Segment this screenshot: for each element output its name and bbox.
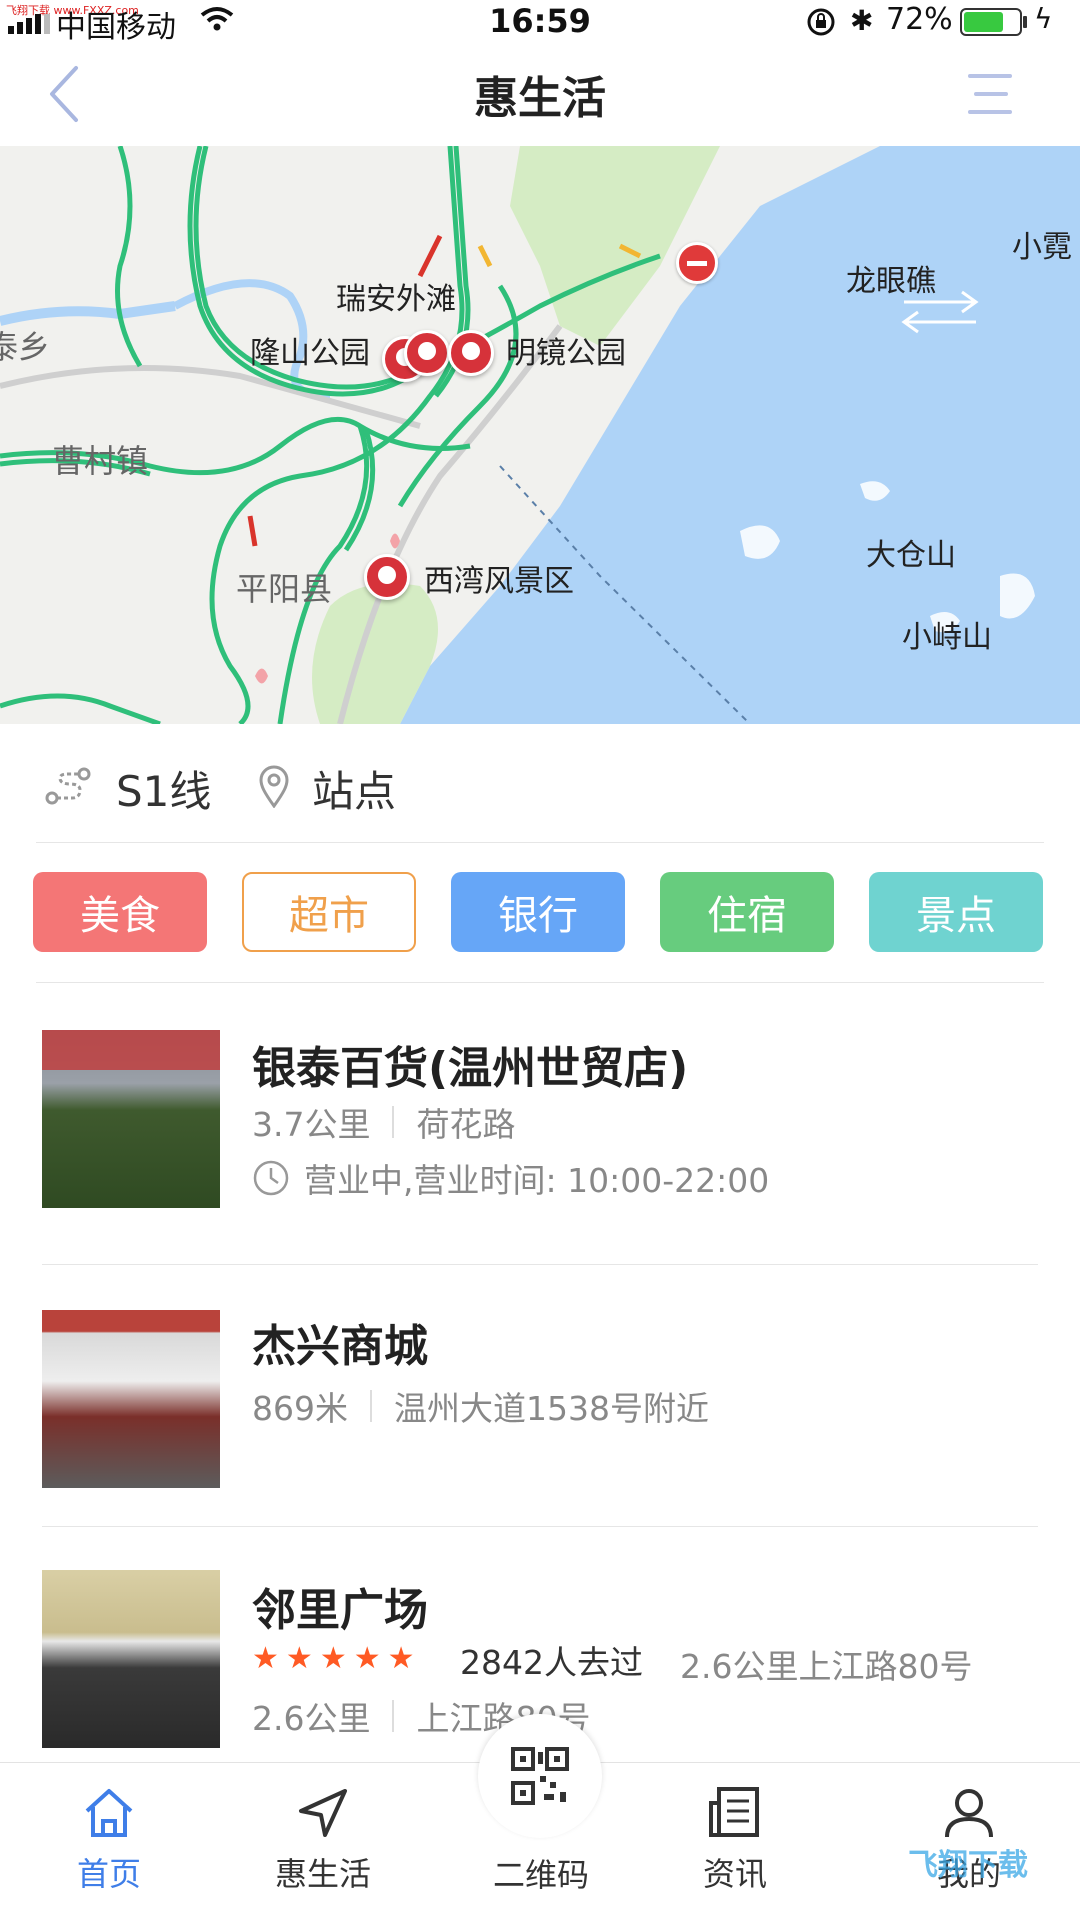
place-name: 银泰百货(温州世贸店): [252, 1043, 689, 1094]
star-icon: ★: [252, 1641, 279, 1676]
category-food-button[interactable]: 美食: [33, 872, 207, 952]
place-list-item[interactable]: 银泰百货(温州世贸店) 3.7公里 荷花路 营业中,营业时间: 10:00-22…: [0, 1000, 1080, 1260]
map-label: 龙眼礁: [846, 264, 936, 299]
location-pin-icon: [259, 765, 289, 808]
category-chips: 美食 超市 银行 住宿 景点: [33, 872, 1043, 952]
category-supermarket-button[interactable]: 超市: [242, 872, 416, 952]
charging-icon: ϟ: [1034, 2, 1053, 35]
place-distance: 2.6公里: [252, 1699, 371, 1738]
line-selector[interactable]: S1线: [116, 758, 211, 819]
place-address: 荷花路: [416, 1105, 516, 1144]
place-photo: [42, 1310, 220, 1488]
category-hotel-button[interactable]: 住宿: [660, 872, 834, 952]
place-distance: 2.6公里: [680, 1647, 799, 1686]
battery-percent: 72%: [886, 2, 953, 37]
map-label: 泰乡: [0, 328, 51, 366]
place-hours-text: 营业中,营业时间: 10:00-22:00: [304, 1161, 770, 1200]
category-scenic-button[interactable]: 景点: [869, 872, 1043, 952]
rating-stars: ★ ★ ★ ★ ★: [252, 1644, 415, 1674]
place-distance: 3.7公里: [252, 1105, 371, 1144]
qrcode-button[interactable]: [478, 1714, 602, 1838]
home-icon: [85, 1789, 133, 1837]
category-bank-button[interactable]: 银行: [451, 872, 625, 952]
tab-qrcode-label: 二维码: [492, 1856, 589, 1894]
navigation-arrow-icon: [299, 1789, 347, 1837]
map-label: 瑞安外滩: [336, 282, 456, 317]
place-meta: 869米 温州大道1538号附近: [252, 1382, 709, 1430]
star-icon: ★: [353, 1641, 381, 1676]
tab-life-label: 惠生活: [274, 1855, 371, 1893]
divider: [42, 1526, 1038, 1527]
place-distance: 869米: [252, 1389, 348, 1428]
nav-bar: 惠生活: [0, 44, 1080, 144]
poi-marker[interactable]: [364, 554, 410, 600]
place-list-item[interactable]: 杰兴商城 869米 温州大道1538号附近: [0, 1280, 1080, 1520]
place-hours: 营业中,营业时间: 10:00-22:00: [252, 1154, 769, 1202]
meta-separator: [392, 1700, 395, 1732]
route-line-icon: [45, 767, 91, 805]
divider: [36, 842, 1044, 843]
visit-count: 2842人去过: [460, 1643, 643, 1682]
qrcode-icon: [511, 1747, 569, 1805]
user-icon: [945, 1789, 993, 1838]
map-label: 曹村镇: [52, 442, 149, 480]
poi-marker[interactable]: [448, 330, 494, 376]
star-icon: ★: [285, 1641, 313, 1676]
station-selector[interactable]: 站点: [312, 758, 396, 819]
map-label: 小峙山: [902, 620, 992, 655]
no-entry-marker[interactable]: [676, 242, 718, 284]
battery-icon: [960, 8, 1022, 36]
place-name: 邻里广场: [252, 1585, 428, 1636]
tab-life[interactable]: 惠生活: [248, 1783, 398, 1895]
watermark-logo: 飞翔下载: [908, 1848, 1028, 1883]
status-bar: 飞翔下载 www.FXXZ.com 中国移动 16:59 ✱ 72% ϟ: [0, 0, 1080, 45]
divider: [42, 1264, 1038, 1265]
place-meta: 3.7公里 荷花路: [252, 1098, 515, 1146]
place-meta-overlap: 2.6公里 上江路80号: [680, 1640, 972, 1688]
map-label: 隆山公园: [250, 336, 370, 371]
tab-home[interactable]: 首页: [34, 1783, 184, 1895]
divider: [36, 982, 1044, 983]
map-label: 西湾风景区: [424, 564, 574, 599]
newspaper-icon: [709, 1787, 759, 1837]
place-photo: [42, 1030, 220, 1208]
meta-separator: [392, 1106, 395, 1138]
map-label: 小霓: [1012, 230, 1072, 265]
rotation-lock-icon: [807, 8, 835, 36]
tab-news[interactable]: 资讯: [660, 1783, 810, 1895]
map-label: 平阳县: [236, 570, 333, 608]
menu-button[interactable]: [962, 66, 1026, 122]
battery-cap: [1023, 16, 1027, 28]
route-selector: S1线 站点: [0, 724, 1080, 844]
place-address: 温州大道1538号附近: [394, 1389, 709, 1428]
clock-icon: [253, 1160, 289, 1196]
page-title: 惠生活: [474, 73, 606, 124]
map-label: 明镜公园: [506, 336, 626, 371]
map-view[interactable]: 瑞安外滩 隆山公园 明镜公园 曹村镇 平阳县 西湾风景区 龙眼礁 小霓 大仓山 …: [0, 146, 1080, 724]
place-address: 上江路80号: [798, 1647, 973, 1686]
map-label: 大仓山: [866, 538, 956, 573]
tab-news-label: 资讯: [702, 1855, 767, 1893]
poi-marker[interactable]: [404, 330, 450, 376]
bluetooth-icon: ✱: [850, 4, 874, 37]
place-name: 杰兴商城: [252, 1321, 428, 1372]
place-photo: [42, 1570, 220, 1748]
meta-separator: [370, 1390, 372, 1422]
star-icon: ★: [319, 1641, 347, 1676]
star-icon: ★: [387, 1641, 415, 1676]
tab-home-label: 首页: [76, 1855, 141, 1893]
